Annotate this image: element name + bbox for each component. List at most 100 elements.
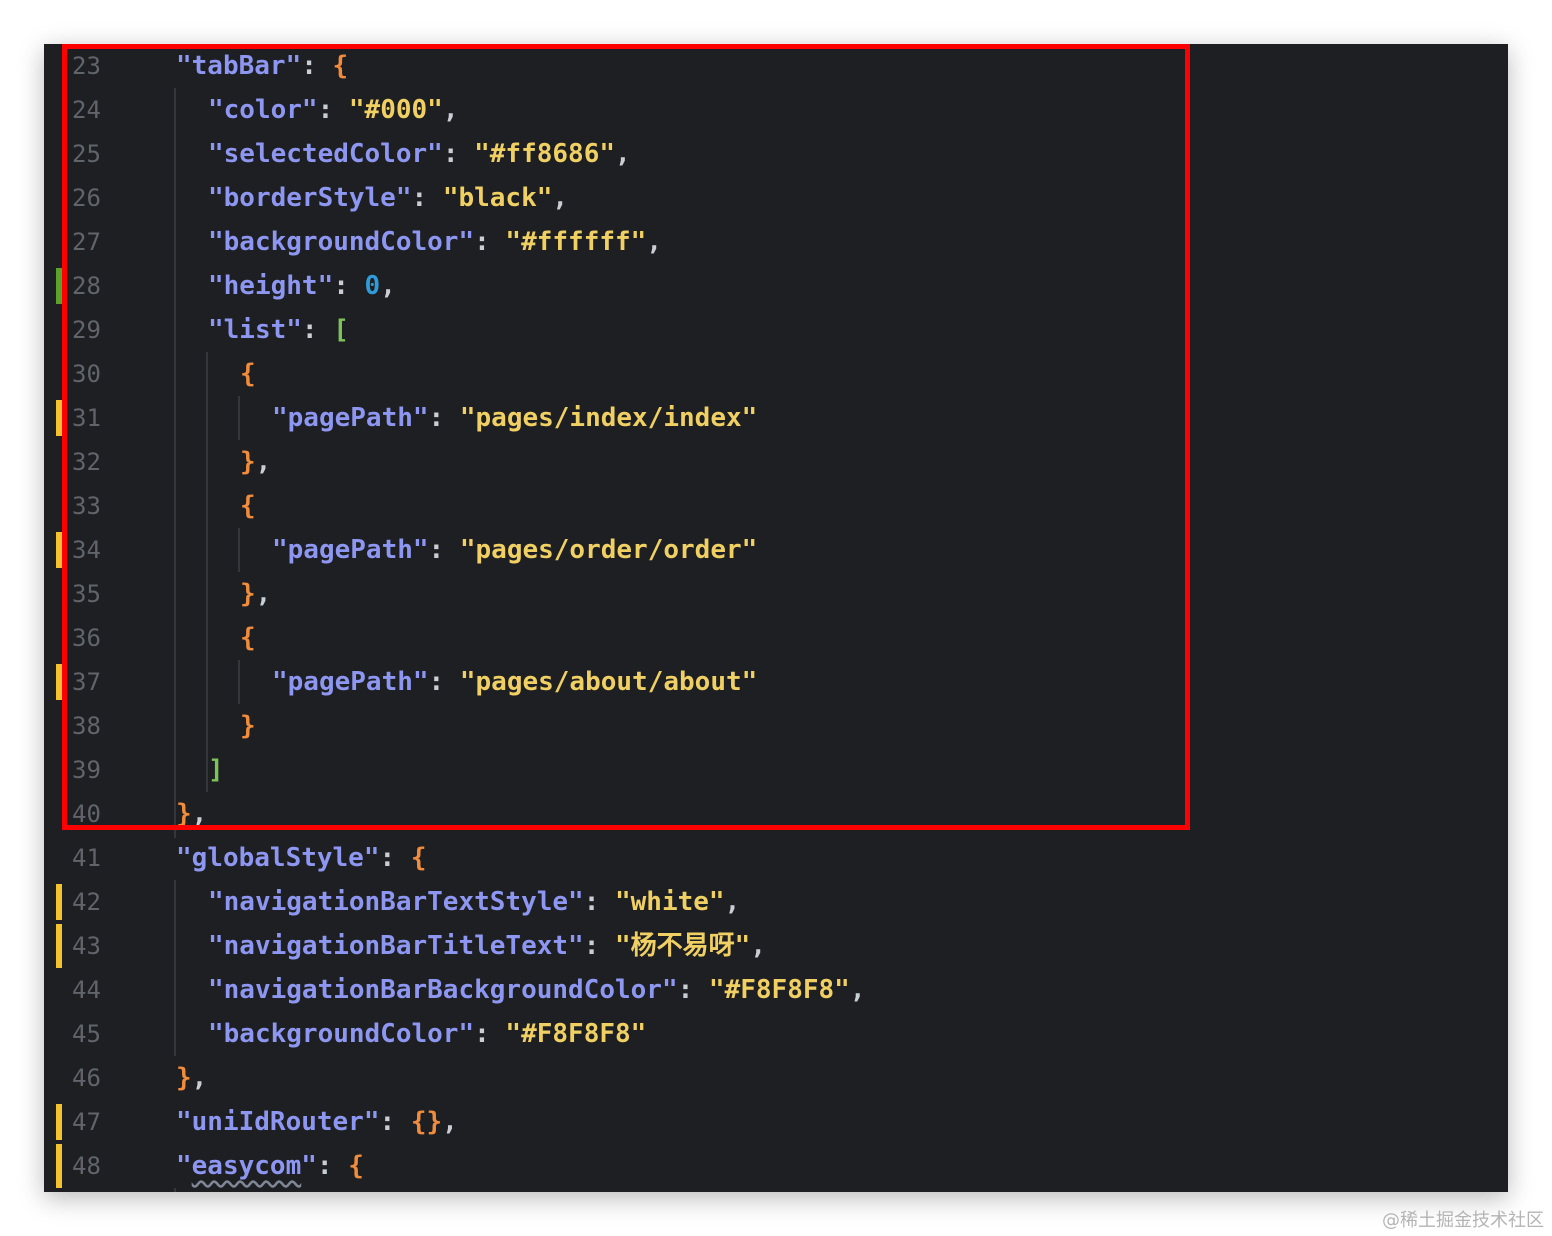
change-marker[interactable] xyxy=(56,1104,62,1140)
code-token: "color" xyxy=(208,95,318,125)
line-number: 27 xyxy=(72,228,101,256)
code-token: : xyxy=(474,227,506,257)
code-token: "pages/index/index" xyxy=(459,403,758,433)
code-line[interactable]: 46}, xyxy=(44,1056,1508,1100)
change-marker[interactable] xyxy=(56,532,62,568)
indent-guide xyxy=(238,396,240,440)
code-line[interactable]: 48 "easycom": { xyxy=(44,1144,1508,1188)
code-token: , xyxy=(442,95,459,125)
code-token: : xyxy=(379,843,411,873)
code-token: { xyxy=(240,623,256,653)
code-token: , xyxy=(442,1107,458,1137)
line-number: 39 xyxy=(72,756,101,784)
code-line[interactable]: 44 "navigationBarBackgroundColor": "#F8F8… xyxy=(44,968,1508,1012)
code-token: : xyxy=(411,183,443,213)
code-line[interactable]: 33 { xyxy=(44,484,1508,528)
code-editor[interactable]: 23 "tabBar": {24 "color": "#000", 25 "select… xyxy=(44,44,1508,1192)
code-text: "pagePath": "pages/order/order" xyxy=(272,528,757,572)
code-line[interactable]: 40}, xyxy=(44,792,1508,836)
code-text: }, xyxy=(240,572,271,616)
change-marker[interactable] xyxy=(56,400,62,436)
code-line[interactable]: 42 "navigationBarTextStyle": "white", xyxy=(44,880,1508,924)
line-number: 40 xyxy=(72,800,101,828)
code-token: : xyxy=(428,667,460,697)
indent-guide xyxy=(174,880,176,1056)
code-token: " xyxy=(301,1151,317,1181)
code-token: "backgroundColor" xyxy=(208,1019,475,1049)
code-line[interactable]: 34 "pagePath": "pages/order/order" xyxy=(44,528,1508,572)
code-token: "backgroundColor" xyxy=(208,227,475,257)
line-number: 42 xyxy=(72,888,101,916)
change-marker[interactable] xyxy=(56,884,62,920)
code-line[interactable]: 43 "navigationBarTitleText": "杨不易呀", xyxy=(44,924,1508,968)
code-text: "tabBar": { xyxy=(176,44,348,88)
code-line[interactable]: 25 "selectedColor": "#ff8686", xyxy=(44,132,1508,176)
code-token: "#ff8686" xyxy=(474,139,616,169)
line-number: 47 xyxy=(72,1108,101,1136)
code-token: : xyxy=(583,931,615,961)
code-text: "selectedColor": "#ff8686", xyxy=(208,132,631,176)
code-token: , xyxy=(750,931,766,961)
code-token: "#F8F8F8" xyxy=(505,1019,647,1049)
code-token: "height" xyxy=(208,271,334,301)
code-token: [ xyxy=(333,315,349,345)
line-number: 41 xyxy=(72,844,101,872)
change-marker[interactable] xyxy=(56,1144,62,1188)
code-token: "uniIdRouter" xyxy=(176,1107,380,1137)
code-line[interactable]: 41 "globalStyle": { xyxy=(44,836,1508,880)
line-number: 44 xyxy=(72,976,101,1004)
code-line[interactable]: 38} xyxy=(44,704,1508,748)
line-number: 25 xyxy=(72,140,101,168)
code-text: { xyxy=(240,352,256,396)
code-token: } xyxy=(176,799,192,829)
code-text: }, xyxy=(240,440,271,484)
code-line[interactable]: 31 "pagePath": "pages/index/index" xyxy=(44,396,1508,440)
indent-guide xyxy=(238,660,240,704)
code-token: "navigationBarBackgroundColor" xyxy=(208,975,678,1005)
code-line[interactable]: 35}, xyxy=(44,572,1508,616)
code-line[interactable]: 47 "uniIdRouter": {}, xyxy=(44,1100,1508,1144)
code-line[interactable]: 23 "tabBar": { xyxy=(44,44,1508,88)
code-token: , xyxy=(615,139,631,169)
code-token: , xyxy=(724,887,741,917)
line-number: 34 xyxy=(72,536,101,564)
code-token: : xyxy=(301,51,333,81)
code-line[interactable]: 28 "height": 0, xyxy=(44,264,1508,308)
change-marker[interactable] xyxy=(56,664,62,700)
code-token: } xyxy=(240,447,256,477)
code-line[interactable]: 39] xyxy=(44,748,1508,792)
code-token: {} xyxy=(410,1107,443,1137)
code-line[interactable]: 27 "backgroundColor": "#ffffff", xyxy=(44,220,1508,264)
code-token: } xyxy=(176,1063,192,1093)
code-token: "pages/order/order" xyxy=(459,535,758,565)
code-text: ] xyxy=(208,748,224,792)
code-line[interactable]: 29 "list": [ xyxy=(44,308,1508,352)
code-line[interactable]: 36 { xyxy=(44,616,1508,660)
code-line[interactable]: 45 "backgroundColor": "#F8F8F8" xyxy=(44,1012,1508,1056)
code-token: { xyxy=(410,843,427,873)
code-token: { xyxy=(240,491,256,521)
code-text: "height": 0, xyxy=(208,264,396,308)
code-text: "globalStyle": { xyxy=(176,836,426,880)
code-token: "#000" xyxy=(348,95,443,125)
code-line[interactable]: 32}, xyxy=(44,440,1508,484)
code-text: "uniIdRouter": {}, xyxy=(176,1100,458,1144)
code-line[interactable]: 24 "color": "#000", xyxy=(44,88,1508,132)
code-text: "navigationBarBackgroundColor": "#F8F8F8… xyxy=(208,968,865,1012)
change-marker[interactable] xyxy=(56,924,62,968)
line-number: 31 xyxy=(72,404,101,432)
line-number: 26 xyxy=(72,184,101,212)
code-token: { xyxy=(332,51,349,81)
code-text: "list": [ xyxy=(208,308,349,352)
code-text: }, xyxy=(176,1056,207,1100)
code-line[interactable]: 26 "borderStyle": "black", xyxy=(44,176,1508,220)
code-token: : xyxy=(428,535,460,565)
code-token: , xyxy=(255,447,272,477)
line-number: 29 xyxy=(72,316,101,344)
code-line[interactable]: 30 { xyxy=(44,352,1508,396)
code-token: } xyxy=(240,579,256,609)
code-line[interactable]: 37 "pagePath": "pages/about/about" xyxy=(44,660,1508,704)
line-number: 35 xyxy=(72,580,101,608)
line-number: 28 xyxy=(72,272,101,300)
change-marker[interactable] xyxy=(56,268,62,304)
